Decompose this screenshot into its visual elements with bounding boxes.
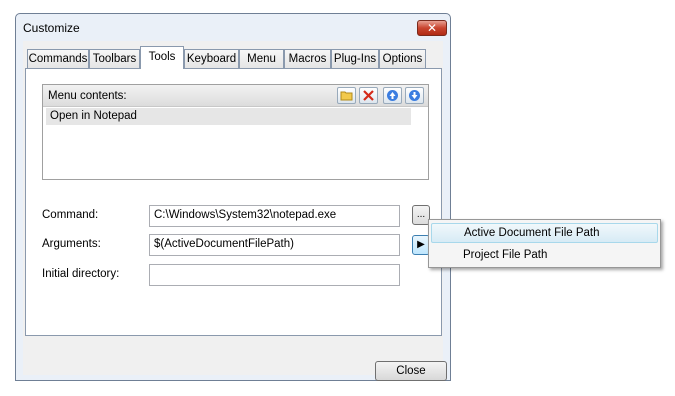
close-icon: ✕ — [426, 21, 438, 35]
list-item[interactable]: Open in Notepad — [46, 108, 411, 125]
menu-item-label: Active Document File Path — [464, 227, 600, 239]
browse-label: ... — [416, 209, 426, 220]
menu-contents-list[interactable]: Menu contents: Open in Notepad — [42, 84, 429, 180]
tab-keyboard[interactable]: Keyboard — [184, 49, 239, 68]
customize-dialog: Customize ✕ Commands Toolbars Tools Keyb… — [15, 13, 451, 381]
delete-icon — [363, 90, 374, 101]
close-button[interactable]: Close — [375, 361, 447, 381]
tab-options[interactable]: Options — [379, 49, 426, 68]
arguments-label: Arguments: — [42, 238, 101, 250]
window-title: Customize — [23, 21, 80, 35]
tab-label: Macros — [288, 53, 327, 65]
tab-label: Tools — [148, 51, 176, 63]
tab-label: Commands — [28, 53, 88, 65]
new-item-button[interactable] — [337, 87, 356, 104]
close-button-label: Close — [396, 365, 426, 377]
move-down-button[interactable] — [405, 87, 424, 104]
move-up-icon — [387, 90, 398, 101]
tab-menu[interactable]: Menu — [239, 49, 284, 68]
new-folder-icon — [340, 91, 353, 101]
menu-contents-label: Menu contents: — [48, 90, 127, 102]
initial-directory-label: Initial directory: — [42, 268, 120, 280]
initial-directory-field[interactable] — [149, 264, 400, 286]
tab-plug-ins[interactable]: Plug-Ins — [331, 49, 379, 68]
tab-commands[interactable]: Commands — [27, 49, 89, 68]
arrow-right-icon: ▶ — [417, 239, 425, 250]
tab-label: Keyboard — [186, 53, 237, 65]
tab-label: Toolbars — [92, 53, 137, 65]
menu-item-active-document-file-path[interactable]: Active Document File Path — [431, 223, 658, 243]
arguments-field[interactable]: $(ActiveDocumentFilePath) — [149, 234, 400, 256]
menu-item-project-file-path[interactable]: Project File Path — [431, 245, 658, 265]
command-label: Command: — [42, 209, 99, 221]
menu-contents-header: Menu contents: — [43, 85, 428, 107]
list-item-label: Open in Notepad — [50, 110, 137, 122]
tab-toolbars[interactable]: Toolbars — [89, 49, 140, 68]
menu-item-label: Project File Path — [463, 249, 548, 261]
tab-tools[interactable]: Tools — [140, 46, 184, 69]
delete-item-button[interactable] — [359, 87, 378, 104]
dialog-client-area: Commands Toolbars Tools Keyboard Menu Ma… — [23, 41, 447, 381]
command-field[interactable]: C:\Windows\System32\notepad.exe — [149, 205, 400, 227]
tab-macros[interactable]: Macros — [284, 49, 331, 68]
tab-label: Menu — [247, 53, 276, 65]
move-down-icon — [409, 90, 420, 101]
tab-label: Options — [382, 53, 423, 65]
tab-label: Plug-Ins — [333, 53, 377, 65]
arguments-popup-menu: Active Document File Path Project File P… — [428, 219, 661, 268]
close-window-button[interactable]: ✕ — [417, 20, 447, 36]
tools-tab-panel: Menu contents: Open in Notepad Command: … — [25, 68, 442, 336]
title-bar[interactable]: Customize ✕ — [16, 14, 450, 41]
move-up-button[interactable] — [383, 87, 402, 104]
